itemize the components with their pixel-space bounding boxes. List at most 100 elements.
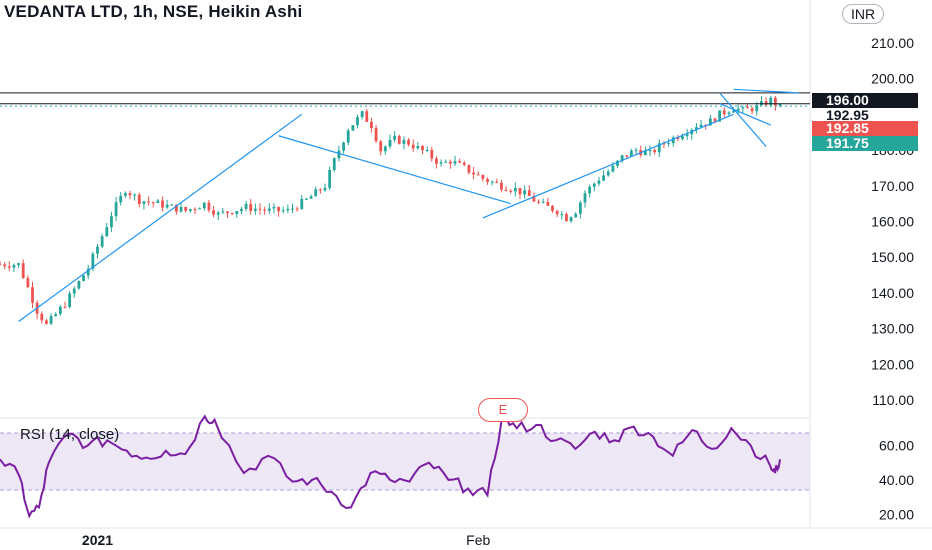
- candle-body: [578, 202, 582, 214]
- candle-body: [305, 198, 308, 200]
- candle-body: [370, 121, 373, 128]
- candle-body: [416, 145, 420, 149]
- candle-body: [58, 306, 62, 315]
- trendline: [18, 113, 303, 323]
- candle-body: [764, 101, 768, 105]
- candle-body: [258, 208, 262, 210]
- candle-body: [560, 214, 564, 216]
- candle-body: [119, 195, 123, 203]
- candle-body: [746, 107, 749, 109]
- candle-body: [49, 315, 53, 324]
- earnings-event-marker[interactable]: E: [478, 398, 528, 422]
- candle-body: [444, 161, 448, 163]
- candle-body: [346, 130, 350, 143]
- candle-body: [551, 205, 554, 212]
- rsi-legend-label[interactable]: RSI (14, close): [20, 426, 119, 443]
- candle-body: [179, 206, 183, 212]
- candle-body: [458, 161, 462, 163]
- currency-badge[interactable]: INR: [842, 4, 885, 24]
- candle-body: [147, 201, 150, 203]
- candle-body: [235, 211, 239, 215]
- candle-body: [17, 263, 20, 266]
- candle-body: [486, 178, 489, 182]
- candle-body: [7, 266, 11, 268]
- candle-body: [165, 204, 169, 208]
- candle-body: [741, 107, 745, 109]
- candle-body: [291, 208, 294, 210]
- candle-body: [202, 202, 206, 209]
- candle-body: [226, 211, 229, 214]
- candle-body: [100, 236, 104, 247]
- candle-body: [634, 150, 638, 152]
- candle-body: [337, 150, 341, 159]
- candle-body: [360, 111, 364, 118]
- candle-body: [597, 180, 601, 184]
- candle-body: [300, 198, 304, 209]
- candle-body: [421, 145, 424, 151]
- candle-body: [495, 181, 499, 183]
- candle-body: [216, 212, 220, 215]
- time-axis[interactable]: 2021 Feb: [82, 532, 491, 548]
- candle-body: [188, 209, 192, 211]
- candle-body: [342, 142, 345, 151]
- candle-body: [314, 189, 318, 197]
- candle-body: [606, 171, 610, 176]
- candle-body: [40, 313, 44, 321]
- candle-body: [430, 149, 434, 159]
- candle-body: [161, 200, 164, 208]
- candle-body: [170, 204, 174, 206]
- candle-body: [221, 211, 225, 213]
- candle-body: [77, 281, 81, 289]
- candle-body: [602, 175, 605, 181]
- candle-body: [481, 175, 485, 179]
- candle-body: [137, 194, 141, 204]
- candle-body: [667, 143, 670, 145]
- candle-body: [546, 201, 550, 206]
- candle-body: [105, 227, 109, 237]
- price-tag-open: 192.85: [812, 121, 918, 136]
- candle-body: [82, 275, 85, 282]
- candle-body: [611, 165, 615, 172]
- candles-layer: [0, 95, 782, 326]
- candle-body: [240, 208, 243, 212]
- levels-layer: [0, 92, 810, 107]
- candle-body: [513, 188, 517, 192]
- candle-body: [351, 125, 355, 131]
- candle-body: [541, 201, 545, 203]
- candle-body: [110, 216, 113, 228]
- candle-body: [96, 246, 99, 254]
- candle-body: [68, 293, 72, 307]
- candle-body: [685, 134, 689, 137]
- candle-body: [151, 202, 155, 204]
- candle-body: [21, 263, 25, 279]
- candle-body: [230, 213, 234, 215]
- candle-body: [328, 170, 332, 188]
- candle-body: [411, 144, 415, 149]
- candle-body: [555, 211, 559, 215]
- candle-body: [286, 208, 290, 211]
- candle-body: [439, 162, 443, 164]
- rsi-axis-tick: 40.00: [879, 472, 914, 488]
- candle-body: [467, 164, 471, 173]
- candle-body: [198, 208, 202, 210]
- candle-body: [509, 190, 513, 192]
- candle-body: [518, 188, 522, 195]
- candle-body: [26, 278, 30, 288]
- candle-body: [244, 204, 248, 209]
- candle-body: [3, 264, 7, 267]
- candle-body: [295, 208, 299, 210]
- candle-body: [648, 149, 652, 151]
- price-axis-tick: 160.00: [871, 214, 914, 230]
- candle-body: [453, 161, 457, 164]
- price-tag-close: 191.75: [812, 136, 918, 151]
- candle-body: [722, 110, 726, 115]
- candle-body: [448, 161, 452, 164]
- candle-body: [435, 158, 438, 164]
- candle-body: [193, 209, 197, 211]
- candle-body: [476, 174, 480, 176]
- candle-body: [249, 204, 253, 211]
- candle-body: [72, 288, 76, 294]
- candle-body: [31, 287, 34, 303]
- rsi-axis-tick: 60.00: [879, 438, 914, 454]
- candle-body: [374, 127, 378, 142]
